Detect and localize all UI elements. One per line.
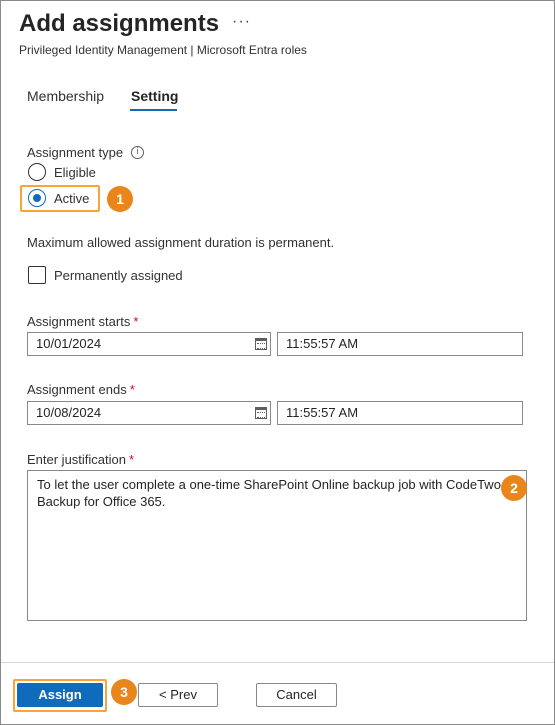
assign-button[interactable]: Assign xyxy=(17,683,103,707)
breadcrumb-subtitle: Privileged Identity Management | Microso… xyxy=(19,43,307,57)
required-mark: * xyxy=(133,314,139,329)
active-tab-indicator xyxy=(130,109,177,111)
justification-label: Enter justification * xyxy=(27,452,134,467)
end-date-input[interactable]: 10/08/2024 xyxy=(27,401,271,425)
assignment-type-label: Assignment type xyxy=(27,145,124,160)
duration-note: Maximum allowed assignment duration is p… xyxy=(27,235,335,250)
radio-eligible[interactable] xyxy=(28,163,46,181)
tab-setting[interactable]: Setting xyxy=(131,88,178,104)
cancel-button[interactable]: Cancel xyxy=(256,683,337,707)
justification-textarea[interactable]: To let the user complete a one-time Shar… xyxy=(27,470,527,621)
callout-badge-1: 1 xyxy=(107,186,133,212)
start-time-input[interactable]: 11:55:57 AM xyxy=(277,332,523,356)
calendar-icon[interactable] xyxy=(255,407,267,419)
callout-badge-3: 3 xyxy=(111,679,137,705)
radio-active[interactable] xyxy=(28,189,46,207)
start-date-input[interactable]: 10/01/2024 xyxy=(27,332,271,356)
assignment-starts-label: Assignment starts * xyxy=(27,314,138,329)
assignment-ends-label: Assignment ends * xyxy=(27,382,135,397)
tab-membership[interactable]: Membership xyxy=(27,88,104,104)
permanently-assigned-label[interactable]: Permanently assigned xyxy=(54,268,183,283)
justification-text: Enter justification xyxy=(27,452,126,467)
prev-button[interactable]: < Prev xyxy=(138,683,218,707)
calendar-icon[interactable] xyxy=(255,338,267,350)
required-mark: * xyxy=(129,382,135,397)
more-options-icon[interactable]: ··· xyxy=(232,13,251,31)
assignment-ends-text: Assignment ends xyxy=(27,382,127,397)
radio-eligible-label[interactable]: Eligible xyxy=(54,165,96,180)
radio-active-label[interactable]: Active xyxy=(54,191,89,206)
footer-divider xyxy=(1,662,554,663)
page-title: Add assignments xyxy=(19,10,220,37)
required-mark: * xyxy=(129,452,135,467)
info-icon[interactable]: i xyxy=(131,146,144,159)
end-time-input[interactable]: 11:55:57 AM xyxy=(277,401,523,425)
callout-badge-2: 2 xyxy=(501,475,527,501)
permanently-assigned-checkbox[interactable] xyxy=(28,266,46,284)
assignment-starts-text: Assignment starts xyxy=(27,314,131,329)
